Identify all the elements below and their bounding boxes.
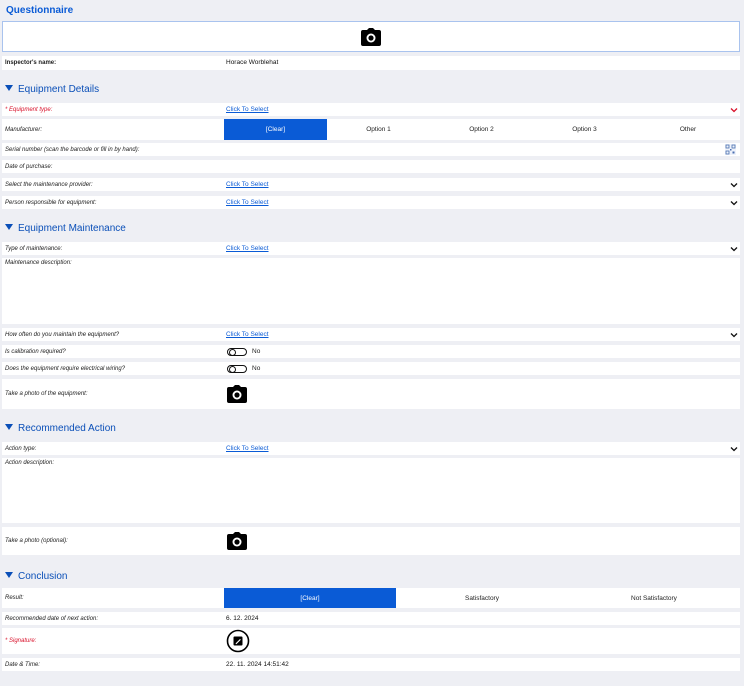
collapse-triangle-icon <box>5 424 13 430</box>
collapse-triangle-icon <box>5 224 13 230</box>
next-action-date-value[interactable]: 6. 12. 2024 <box>226 615 259 622</box>
section-title: Equipment Details <box>18 84 100 95</box>
chevron-down-icon[interactable] <box>730 181 738 189</box>
action-description-label: Action description: <box>5 460 55 466</box>
equipment-type-row[interactable]: * Equipment type: Click To Select <box>2 103 740 116</box>
electrical-wiring-toggle[interactable] <box>227 364 247 373</box>
result-option-not-satisfactory[interactable]: Not Satisfactory <box>568 588 740 608</box>
manufacturer-option-2[interactable]: Option 2 <box>430 119 533 140</box>
result-option-satisfactory[interactable]: Satisfactory <box>396 588 568 608</box>
date-time-value: 22. 11. 2024 14:51:42 <box>226 661 289 668</box>
camera-icon[interactable] <box>227 385 247 403</box>
how-often-select[interactable]: Click To Select <box>226 331 269 338</box>
section-equipment-maintenance[interactable]: Equipment Maintenance <box>5 223 126 234</box>
qr-scan-icon[interactable] <box>725 144 736 155</box>
maintenance-provider-select[interactable]: Click To Select <box>226 181 269 188</box>
camera-icon[interactable] <box>227 532 247 550</box>
manufacturer-option-clear[interactable]: [Clear] <box>224 119 327 140</box>
action-photo-label: Take a photo (optional): <box>5 538 68 544</box>
maintenance-description-area[interactable]: Maintenance description: <box>2 258 740 324</box>
calibration-row: Is calibration required? No <box>2 345 740 358</box>
section-equipment-details[interactable]: Equipment Details <box>5 84 99 95</box>
equipment-photo-row: Take a photo of the equipment: <box>2 379 740 409</box>
how-often-label: How often do you maintain the equipment? <box>5 332 120 338</box>
chevron-down-icon[interactable] <box>730 245 738 253</box>
manufacturer-option-other[interactable]: Other <box>636 119 740 140</box>
next-action-date-label: Recommended date of next action: <box>5 616 99 622</box>
chevron-down-icon[interactable] <box>730 199 738 207</box>
date-of-purchase-row[interactable]: Date of purchase: <box>2 160 740 173</box>
equipment-type-label: * Equipment type: <box>5 107 53 113</box>
signature-row: * Signature: <box>2 628 740 654</box>
inspector-value[interactable]: Horace Worblehat <box>226 59 278 66</box>
signature-label: * Signature: <box>5 638 37 644</box>
manufacturer-row: Manufacturer: [Clear] Option 1 Option 2 … <box>2 119 740 140</box>
manufacturer-option-3[interactable]: Option 3 <box>533 119 636 140</box>
action-photo-row: Take a photo (optional): <box>2 527 740 555</box>
collapse-triangle-icon <box>5 572 13 578</box>
equipment-photo-label: Take a photo of the equipment: <box>5 391 88 397</box>
person-responsible-row[interactable]: Person responsible for equipment: Click … <box>2 196 740 209</box>
action-type-select[interactable]: Click To Select <box>226 445 269 452</box>
action-description-area[interactable]: Action description: <box>2 458 740 523</box>
next-action-date-row[interactable]: Recommended date of next action: 6. 12. … <box>2 612 740 625</box>
section-title: Equipment Maintenance <box>18 223 126 234</box>
inspector-row: Inspector's name: Horace Worblehat <box>2 56 740 70</box>
calibration-label: Is calibration required? <box>5 349 66 355</box>
section-title: Conclusion <box>18 571 68 582</box>
date-time-row: Date & Time: 22. 11. 2024 14:51:42 <box>2 658 740 671</box>
inspector-label: Inspector's name: <box>5 60 57 66</box>
section-title: Recommended Action <box>18 423 116 434</box>
result-option-clear[interactable]: [Clear] <box>224 588 396 608</box>
person-responsible-label: Person responsible for equipment: <box>5 200 97 206</box>
result-row: Result: [Clear] Satisfactory Not Satisfa… <box>2 588 740 608</box>
serial-number-row[interactable]: Serial number (scan the barcode or fill … <box>2 143 740 156</box>
chevron-down-icon[interactable] <box>730 106 738 114</box>
equipment-type-select[interactable]: Click To Select <box>226 106 269 113</box>
chevron-down-icon[interactable] <box>730 445 738 453</box>
type-of-maintenance-label: Type of maintenance: <box>5 246 63 252</box>
result-label: Result: <box>5 595 24 601</box>
person-responsible-select[interactable]: Click To Select <box>226 199 269 206</box>
page-title: Questionnaire <box>6 5 74 16</box>
date-time-label: Date & Time: <box>5 662 40 668</box>
calibration-toggle[interactable] <box>227 347 247 356</box>
how-often-row[interactable]: How often do you maintain the equipment?… <box>2 328 740 341</box>
section-recommended-action[interactable]: Recommended Action <box>5 423 116 434</box>
type-of-maintenance-row[interactable]: Type of maintenance: Click To Select <box>2 242 740 255</box>
signature-pen-icon[interactable] <box>226 629 250 653</box>
maintenance-provider-row[interactable]: Select the maintenance provider: Click T… <box>2 178 740 191</box>
manufacturer-option-1[interactable]: Option 1 <box>327 119 430 140</box>
action-type-label: Action type: <box>5 446 37 452</box>
maintenance-description-label: Maintenance description: <box>5 260 72 266</box>
collapse-triangle-icon <box>5 85 13 91</box>
date-of-purchase-label: Date of purchase: <box>5 164 53 170</box>
chevron-down-icon[interactable] <box>730 331 738 339</box>
header-photo-area[interactable] <box>2 21 740 52</box>
electrical-wiring-row: Does the equipment require electrical wi… <box>2 362 740 375</box>
section-conclusion[interactable]: Conclusion <box>5 571 67 582</box>
calibration-value: No <box>252 348 261 355</box>
serial-number-label: Serial number (scan the barcode or fill … <box>5 147 140 153</box>
electrical-wiring-value: No <box>252 365 261 372</box>
maintenance-provider-label: Select the maintenance provider: <box>5 182 93 188</box>
camera-icon[interactable] <box>361 28 381 46</box>
electrical-wiring-label: Does the equipment require electrical wi… <box>5 366 126 372</box>
type-of-maintenance-select[interactable]: Click To Select <box>226 245 269 252</box>
manufacturer-label: Manufacturer: <box>5 127 43 133</box>
action-type-row[interactable]: Action type: Click To Select <box>2 442 740 455</box>
